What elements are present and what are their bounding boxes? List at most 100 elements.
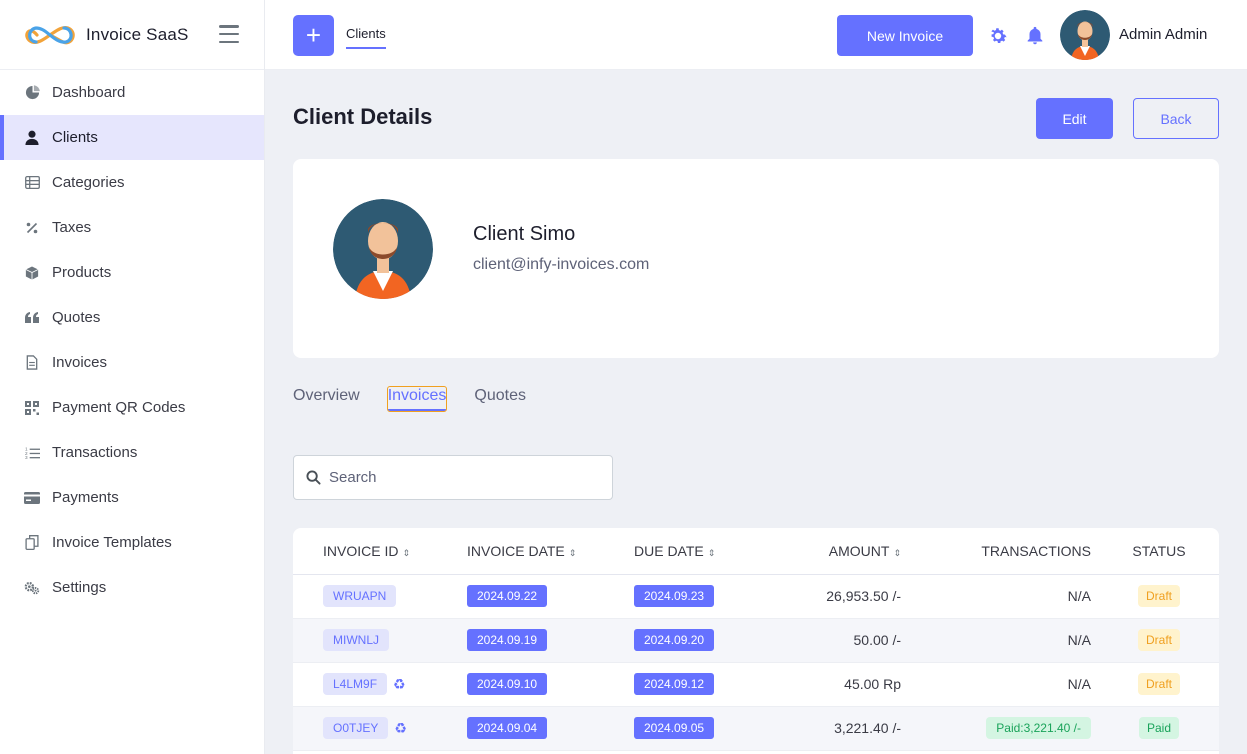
cell-amount: 50.00 /- — [764, 618, 909, 663]
sidebar-item-label: Invoice Templates — [52, 534, 172, 551]
search-field[interactable] — [293, 455, 613, 500]
sidebar-item-label: Payment QR Codes — [52, 399, 186, 416]
table-row: WRUAPN 2024.09.22 2024.09.23 26,953.50 /- N/… — [293, 574, 1219, 619]
credit-card-icon — [24, 490, 40, 506]
cell-amount: 45.00 Rp — [764, 662, 909, 707]
sidebar-item-payment-qr-codes[interactable]: Payment QR Codes — [0, 385, 264, 430]
cell-transactions: N/A — [909, 618, 1099, 663]
status-badge: Draft — [1137, 585, 1180, 607]
transaction-badge: Paid:3,221.40 /- — [986, 717, 1091, 739]
svg-text:3: 3 — [25, 455, 28, 460]
due-date-badge: 2024.09.20 — [634, 629, 715, 651]
invoice-id-link[interactable]: O0TJEY — [323, 717, 389, 739]
sidebar-item-quotes[interactable]: Quotes — [0, 295, 264, 340]
sidebar-item-settings[interactable]: Settings — [0, 565, 264, 610]
quote-icon — [24, 310, 40, 326]
cell-status: Draft — [1099, 662, 1219, 707]
client-name: Client Simo — [473, 223, 576, 245]
list-icon — [24, 175, 40, 191]
new-invoice-button[interactable]: New Invoice — [837, 15, 973, 56]
user-icon — [24, 130, 40, 146]
edit-button[interactable]: Edit — [1036, 98, 1113, 139]
sidebar-item-label: Products — [52, 264, 112, 281]
sidebar-item-label: Transactions — [52, 444, 138, 461]
transaction-text: N/A — [1067, 588, 1091, 604]
cell-invoice-id: O0TJEY ♻ — [293, 706, 467, 751]
column-header-due-date[interactable]: Due Date ⇕ — [634, 528, 764, 575]
sidebar-item-dashboard[interactable]: Dashboard — [0, 70, 264, 115]
sidebar-item-invoices[interactable]: Invoices — [0, 340, 264, 385]
sidebar-item-payments[interactable]: Payments — [0, 475, 264, 520]
menu-toggle-icon[interactable] — [219, 25, 239, 43]
gears-icon — [24, 580, 40, 596]
cell-amount: 26,953.50 /- — [764, 574, 909, 619]
sidebar-item-label: Categories — [52, 174, 125, 191]
client-email: client@infy-invoices.com — [473, 256, 650, 273]
tab-invoices[interactable]: Invoices — [386, 386, 448, 412]
invoice-id-link[interactable]: MIWNLJ — [323, 629, 389, 651]
sort-icon[interactable]: ⇕ — [402, 548, 410, 558]
column-header-invoice-date[interactable]: Invoice Date ⇕ — [467, 528, 634, 575]
tab-quotes[interactable]: Quotes — [474, 387, 526, 411]
header-tab-clients[interactable]: Clients — [346, 26, 386, 49]
cell-invoice-date: 2024.09.22 — [467, 574, 634, 619]
invoice-id-link[interactable]: L4LM9F — [323, 673, 388, 695]
sidebar-item-taxes[interactable]: Taxes — [0, 205, 264, 250]
user-name[interactable]: Admin Admin — [1119, 26, 1207, 43]
amount-text: 45.00 Rp — [844, 676, 901, 692]
due-date-badge: 2024.09.12 — [634, 673, 715, 695]
cell-status: Draft — [1099, 574, 1219, 619]
bell-icon[interactable] — [1024, 25, 1046, 47]
cell-status: Paid — [1099, 706, 1219, 751]
percent-icon — [24, 220, 40, 236]
search-input[interactable] — [329, 469, 589, 486]
app-name: Invoice SaaS — [86, 24, 189, 44]
quick-add-button[interactable]: + — [293, 15, 334, 56]
sidebar-item-label: Settings — [52, 579, 107, 596]
client-profile-card: Client Simo client@infy-invoices.com — [293, 159, 1219, 358]
cell-due-date: 2024.09.12 — [634, 662, 764, 707]
column-header-invoice-id[interactable]: Invoice ID ⇕ — [293, 528, 467, 575]
invoice-id-link[interactable]: WRUAPN — [323, 585, 397, 607]
file-icon — [24, 355, 40, 371]
back-button[interactable]: Back — [1133, 98, 1219, 139]
column-header-transactions: Transactions — [909, 528, 1099, 575]
plus-icon: + — [305, 20, 322, 50]
column-header-amount[interactable]: Amount ⇕ — [764, 528, 909, 575]
sidebar-item-transactions[interactable]: 1 2 3 Transactions — [0, 430, 264, 475]
invoice-date-badge: 2024.09.19 — [467, 629, 548, 651]
avatar-illustration-icon — [333, 199, 433, 299]
sidebar-item-label: Quotes — [52, 309, 101, 326]
sidebar-item-products[interactable]: Products — [0, 250, 264, 295]
sort-icon[interactable]: ⇕ — [708, 548, 716, 558]
table-header-row: Invoice ID ⇕ Invoice Date ⇕ Due Date ⇕ Amou… — [293, 528, 1219, 575]
sidebar: Invoice SaaS Dashboard Clients Categories T… — [0, 0, 265, 754]
sort-icon[interactable]: ⇕ — [893, 548, 901, 558]
transaction-text: N/A — [1067, 676, 1091, 692]
transaction-text: N/A — [1067, 632, 1091, 648]
sidebar-item-invoice-templates[interactable]: Invoice Templates — [0, 520, 264, 565]
sidebar-item-clients[interactable]: Clients — [0, 115, 264, 160]
cell-due-date: 2024.09.05 — [634, 706, 764, 751]
invoice-date-badge: 2024.09.22 — [467, 585, 548, 607]
sidebar-item-label: Dashboard — [52, 84, 126, 101]
table-row: O0TJEY ♻ 2024.09.04 2024.09.05 3,221.40 /- Pa… — [293, 706, 1219, 751]
top-header: + Clients New Invoice Admin Admin — [265, 0, 1247, 70]
qr-code-icon — [24, 400, 40, 416]
gear-icon[interactable] — [987, 25, 1009, 47]
sidebar-item-categories[interactable]: Categories — [0, 160, 264, 205]
infinity-logo-icon — [25, 25, 75, 44]
cell-status: Draft — [1099, 618, 1219, 663]
status-badge: Draft — [1137, 629, 1180, 651]
avatar-illustration-icon — [1060, 10, 1110, 60]
sort-icon[interactable]: ⇕ — [569, 548, 577, 558]
table-row: L4LM9F ♻ 2024.09.10 2024.09.12 45.00 Rp N/A Dr… — [293, 662, 1219, 707]
cell-transactions: N/A — [909, 662, 1099, 707]
sidebar-item-label: Clients — [52, 129, 98, 146]
column-header-status: Status — [1099, 528, 1219, 575]
recurring-icon: ♻ — [393, 675, 406, 692]
user-avatar[interactable] — [1060, 10, 1110, 60]
sidebar-nav: Dashboard Clients Categories Taxes Products Q… — [0, 70, 264, 610]
tab-overview[interactable]: Overview — [293, 387, 360, 411]
due-date-badge: 2024.09.23 — [634, 585, 715, 607]
